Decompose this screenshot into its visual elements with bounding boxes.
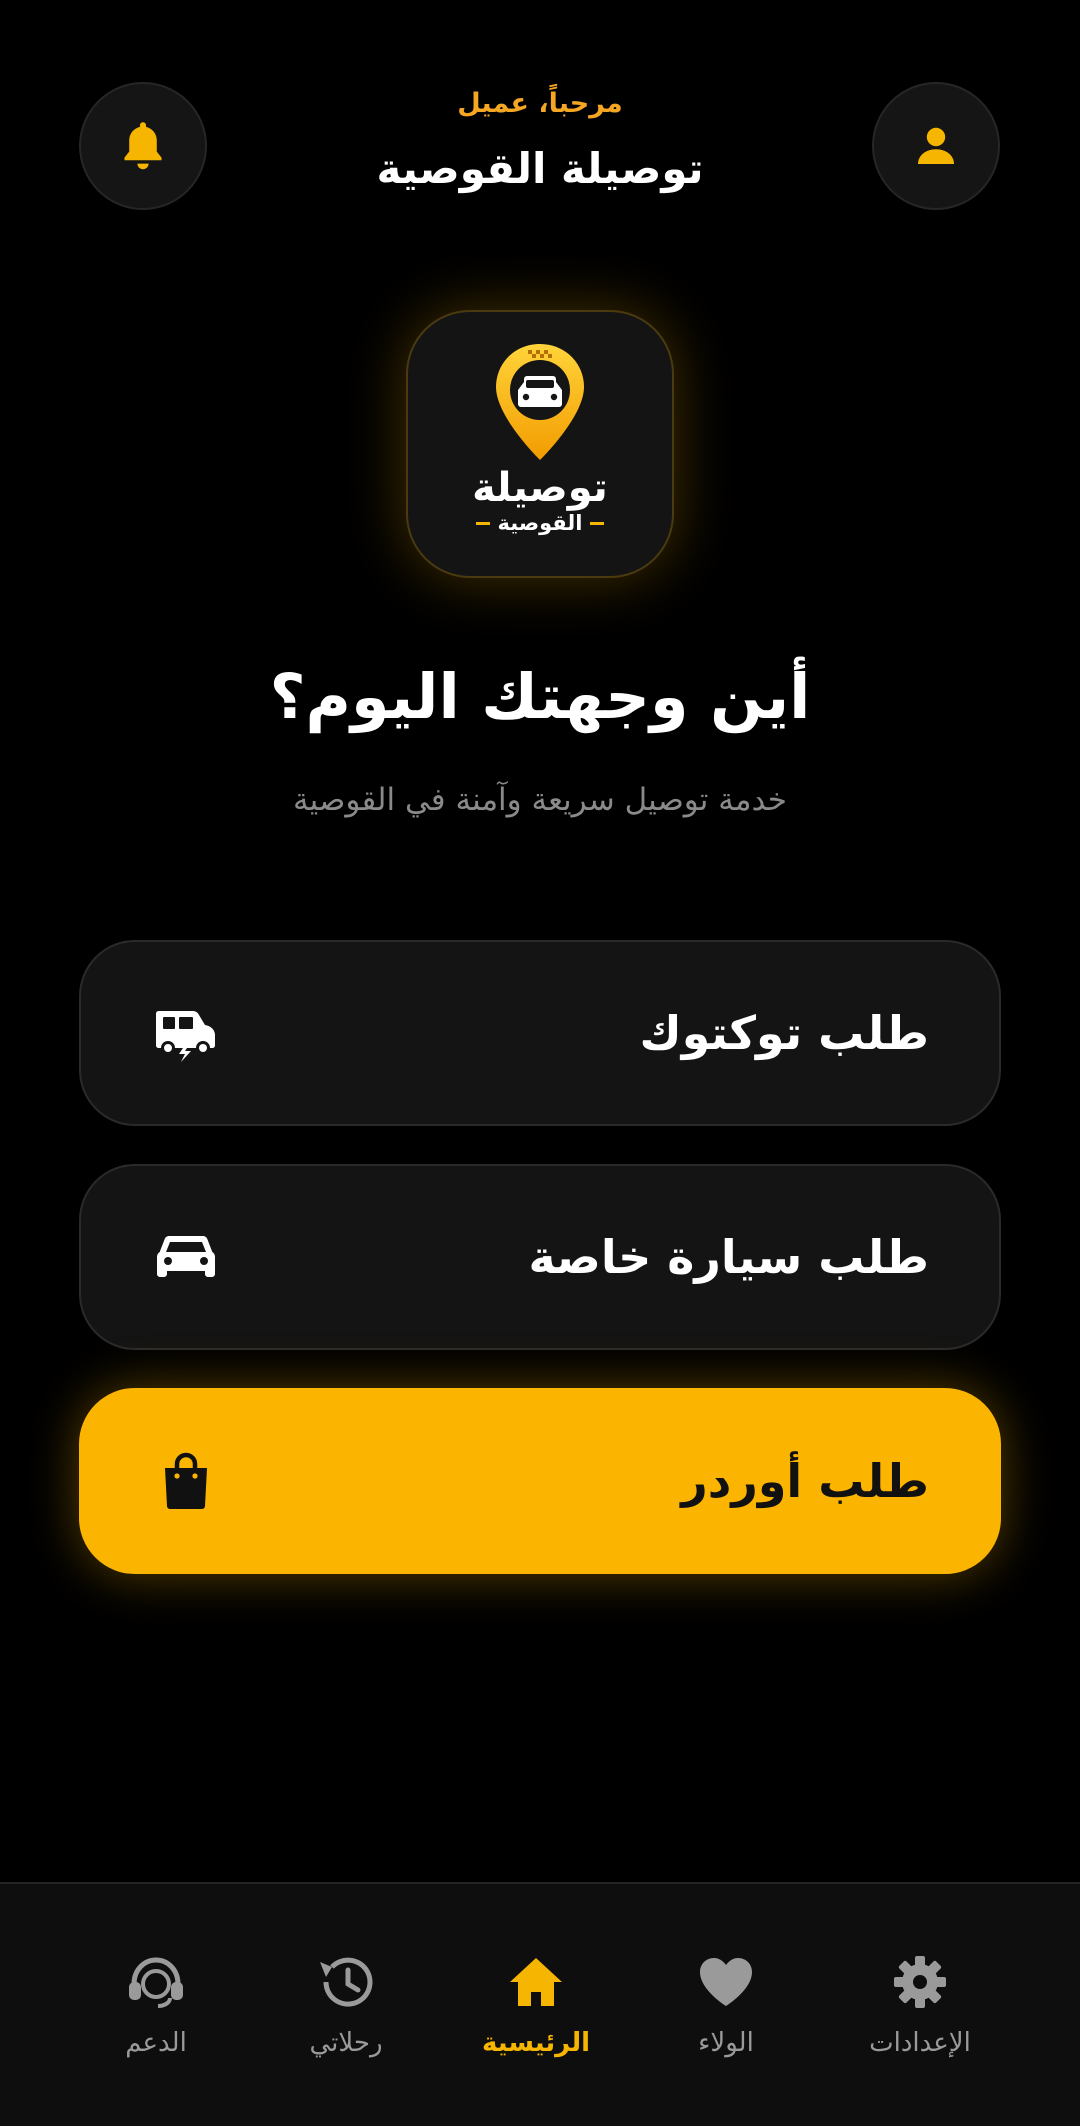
nav-label-settings: الإعدادات [869,2028,971,2058]
nav-label-support: الدعم [125,2028,187,2058]
logo-dash [475,521,490,525]
nav-item-settings[interactable]: الإعدادات [830,1954,1010,2058]
user-icon [918,127,954,164]
request-order-button[interactable]: طلب أوردر [79,1388,1001,1574]
nav-label-home: الرئيسية [481,2028,591,2058]
history-icon [320,1957,373,2007]
request-tuktuk-label: طلب توكتوك [639,1006,929,1060]
destination-question: أين وجهتك اليوم؟ [269,660,811,733]
profile-button[interactable] [872,82,1000,210]
gear-icon [894,1956,946,2008]
shopping-bag-icon [151,1446,221,1516]
support-headset-icon [129,1957,183,2008]
heart-icon [700,1958,752,2006]
request-private-car-button[interactable]: طلب سيارة خاصة [79,1164,1001,1350]
request-tuktuk-button[interactable]: طلب توكتوك [79,940,1001,1126]
service-subtitle: خدمة توصيل سريعة وآمنة في القوصية [293,782,787,818]
bottom-navigation: الدعم رحلاتي الرئيسية الولاء الإعدادات [0,1882,1080,2126]
request-order-label: طلب أوردر [681,1454,929,1508]
header: مرحباً، عميل توصيلة القوصية [0,0,1080,260]
nav-item-support[interactable]: الدعم [66,1954,246,2058]
taxi-location-pin-icon [496,344,584,460]
logo-dash [590,521,605,525]
home-icon [510,1958,562,2006]
logo-subtext: القوصية [497,511,583,535]
nav-item-my-trips[interactable]: رحلاتي [256,1954,436,2058]
nav-label-loyalty: الولاء [698,2028,754,2058]
nav-label-my-trips: رحلاتي [309,2028,383,2058]
nav-item-loyalty[interactable]: الولاء [636,1954,816,2058]
nav-item-home[interactable]: الرئيسية [446,1954,626,2058]
logo-text-sub: القوصية [475,510,605,536]
logo-text-main: توصيلة [472,465,608,511]
car-icon [151,1222,221,1292]
app-logo: توصيلة القوصية [406,310,674,578]
tuktuk-icon [151,998,221,1068]
request-private-car-label: طلب سيارة خاصة [528,1230,929,1284]
